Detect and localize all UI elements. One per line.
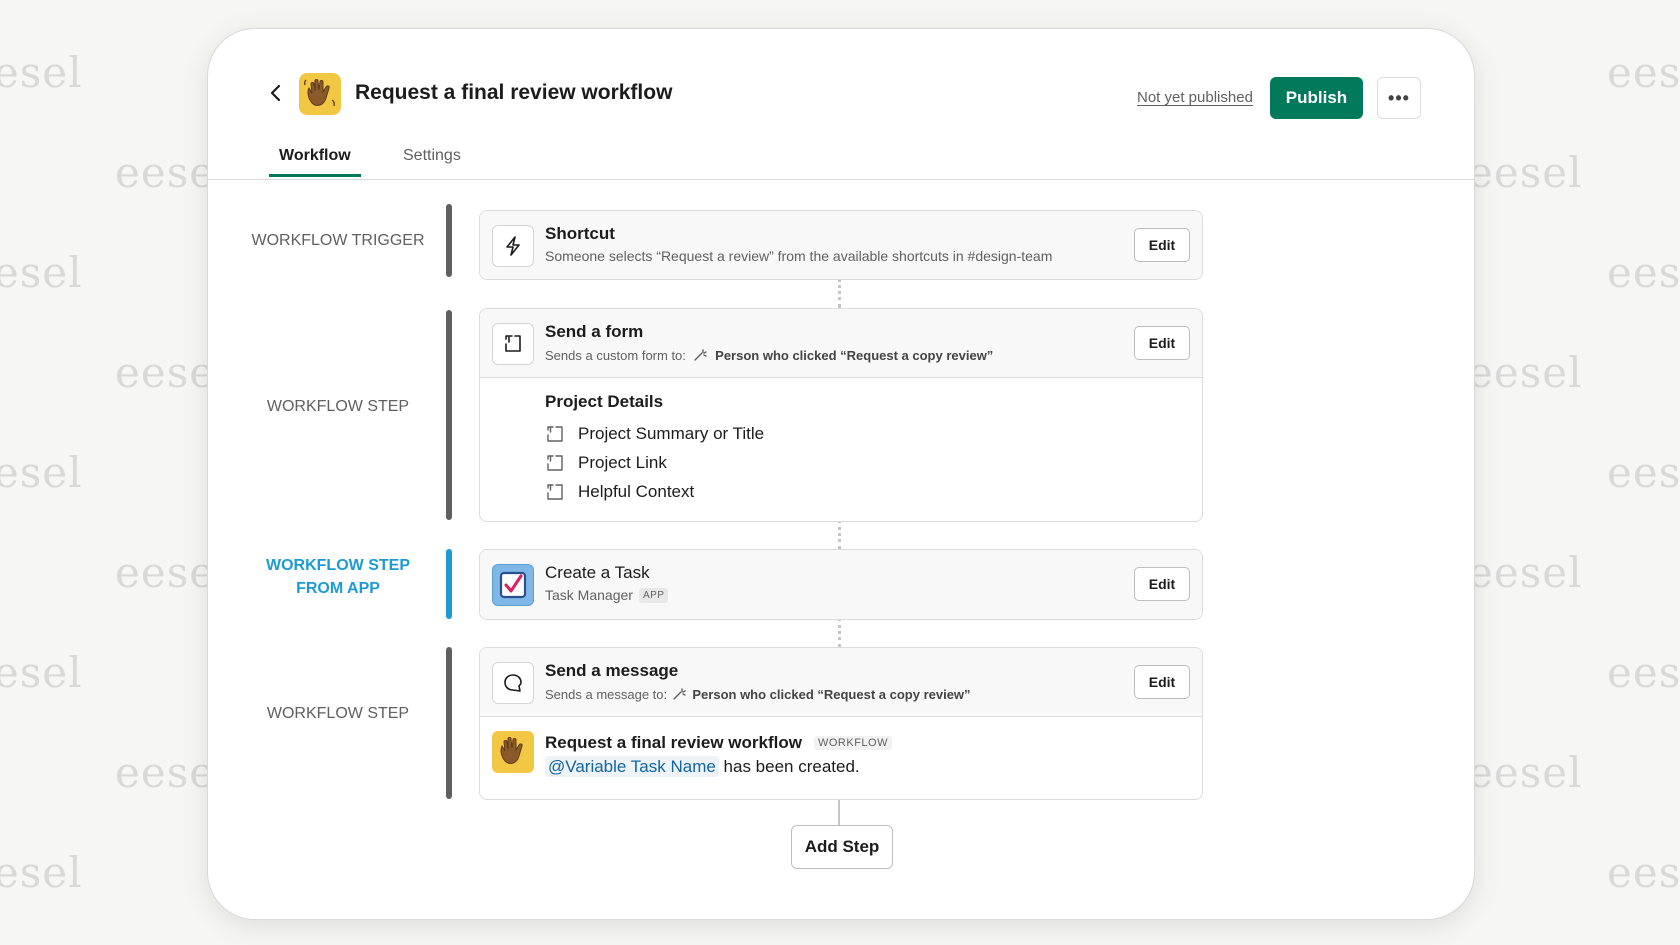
form-field: Project Link: [545, 453, 667, 473]
watermark: eesel: [1607, 248, 1680, 297]
app-name: Task Manager: [545, 587, 633, 603]
watermark: eesel: [1468, 548, 1583, 597]
section-label-trigger: WORKFLOW TRIGGER: [251, 232, 425, 249]
add-step-button[interactable]: Add Step: [791, 825, 893, 869]
watermark: eesel: [1468, 748, 1583, 797]
watermark: eesel: [1607, 448, 1680, 497]
person-sparkle-icon: [673, 687, 691, 702]
form-recipient: Person who clicked “Request a copy revie…: [715, 348, 994, 363]
step-connector: [838, 798, 840, 826]
section-bar: [446, 647, 452, 799]
step-connector: [838, 278, 841, 308]
variable-token[interactable]: @Variable Task Name: [545, 756, 719, 777]
step-connector: [838, 618, 841, 647]
watermark: eesel: [1607, 648, 1680, 697]
step-title: Send a form: [545, 322, 644, 341]
form-field: Helpful Context: [545, 482, 694, 502]
step-app-name: Task Manager APP: [545, 587, 669, 603]
back-arrow-icon[interactable]: [264, 81, 288, 105]
app-badge: APP: [638, 588, 669, 603]
message-preview-sender: Request a final review workflow: [545, 733, 802, 752]
section-bar-app: [446, 549, 452, 619]
step-title: Shortcut: [545, 224, 615, 243]
form-recipient-prefix: Sends a custom form to:: [545, 348, 686, 363]
step-description: Sends a message to: Person who clicked “…: [545, 687, 971, 702]
form-icon: [492, 323, 534, 365]
lightning-icon: [492, 225, 534, 267]
message-bubble-icon: [492, 662, 534, 704]
form-field: Project Summary or Title: [545, 424, 764, 444]
message-preview-body: has been created.: [723, 757, 860, 776]
step-send-form: Send a form Sends a custom form to: Pers…: [479, 308, 1203, 522]
watermark: eesel: [1607, 848, 1680, 897]
edit-form-button[interactable]: Edit: [1134, 326, 1190, 360]
step-send-message: Send a message Sends a message to: Perso…: [479, 647, 1203, 800]
tab-divider: [208, 179, 1474, 180]
form-field-label: Project Summary or Title: [578, 424, 765, 443]
message-recipient-prefix: Sends a message to:: [545, 687, 668, 702]
watermark: eesel: [0, 48, 83, 97]
waving-hand-icon: [299, 73, 341, 115]
edit-shortcut-button[interactable]: Edit: [1134, 228, 1190, 262]
form-title: Project Details: [545, 392, 664, 411]
edit-message-button[interactable]: Edit: [1134, 665, 1190, 699]
form-field-label: Project Link: [578, 453, 667, 472]
message-recipient: Person who clicked “Request a copy revie…: [692, 687, 971, 702]
workflow-badge: WORKFLOW: [813, 736, 892, 750]
task-checkbox-icon: [492, 564, 534, 606]
watermark: eesel: [0, 448, 83, 497]
form-field-icon: [547, 484, 563, 500]
message-preview-text: @Variable Task Name has been created.: [545, 756, 860, 777]
step-title: Send a message: [545, 661, 679, 680]
person-sparkle-icon: [693, 348, 712, 363]
edit-task-button[interactable]: Edit: [1134, 567, 1190, 601]
watermark: eesel: [1468, 348, 1583, 397]
section-label-app-step-line1: WORKFLOW STEP: [266, 557, 410, 574]
step-shortcut: Shortcut Someone selects “Request a revi…: [479, 210, 1203, 280]
section-bar: [446, 204, 452, 277]
step-connector: [838, 520, 841, 549]
workflow-builder-window: Request a final review workflow Not yet …: [207, 28, 1475, 920]
section-label-app-step: WORKFLOW STEP FROM APP: [238, 554, 438, 600]
publish-status-link[interactable]: Not yet published: [1137, 89, 1253, 106]
page-title: Request a final review workflow: [355, 81, 673, 104]
step-description: Someone selects “Request a review” from …: [545, 248, 1053, 264]
watermark: eesel: [1607, 48, 1680, 97]
watermark: eesel: [0, 848, 83, 897]
form-field-label: Helpful Context: [578, 482, 695, 501]
step-title: Create a Task: [545, 563, 650, 582]
watermark: eesel: [0, 648, 83, 697]
message-preview-title: Request a final review workflow WORKFLOW: [545, 733, 892, 753]
tab-settings[interactable]: Settings: [403, 147, 461, 165]
section-label-app-step-line2: FROM APP: [296, 580, 380, 597]
waving-hand-icon: [492, 731, 534, 773]
form-field-icon: [547, 426, 563, 442]
tab-workflow[interactable]: Workflow: [269, 147, 361, 177]
section-bar: [446, 310, 452, 520]
section-label-step: WORKFLOW STEP: [266, 398, 410, 415]
more-options-button[interactable]: •••: [1377, 77, 1421, 119]
publish-button[interactable]: Publish: [1270, 77, 1363, 119]
step-create-task: Create a Task Task Manager APP Edit: [479, 549, 1203, 620]
watermark: eesel: [1468, 148, 1583, 197]
section-label-step: WORKFLOW STEP: [266, 705, 410, 722]
watermark: eesel: [0, 248, 83, 297]
form-field-icon: [547, 455, 563, 471]
step-description: Sends a custom form to: Person who click…: [545, 348, 993, 363]
